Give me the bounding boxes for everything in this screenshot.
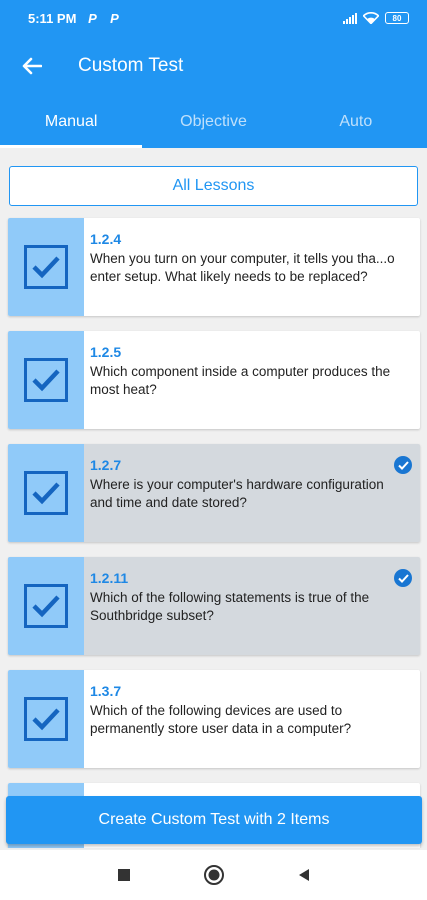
- question-card[interactable]: 1.3.7 Which of the following devices are…: [8, 670, 420, 768]
- tab-objective[interactable]: Objective: [142, 96, 284, 148]
- status-left: 5:11 PM P P: [28, 11, 120, 26]
- question-checkbox[interactable]: [8, 218, 84, 316]
- question-id: 1.3.7: [90, 683, 122, 699]
- question-body: 1.2.4 When you turn on your computer, it…: [84, 218, 420, 316]
- question-checkbox[interactable]: [8, 557, 84, 655]
- checkbox-icon: [24, 471, 68, 515]
- tab-manual[interactable]: Manual: [0, 96, 143, 148]
- question-card[interactable]: 1.2.4 When you turn on your computer, it…: [8, 218, 420, 316]
- check-circle-icon: [394, 456, 412, 474]
- question-text: Where is your computer's hardware config…: [90, 477, 384, 510]
- question-body: 1.2.11 Which of the following statements…: [84, 557, 420, 655]
- question-body: 1.3.7 Which of the following devices are…: [84, 670, 420, 768]
- question-text: Which component inside a computer produc…: [90, 364, 391, 397]
- square-icon: [117, 869, 130, 881]
- app-bar: Custom Test: [0, 36, 427, 96]
- question-list[interactable]: 1.2.4 When you turn on your computer, it…: [8, 218, 420, 848]
- triangle-back-icon: [298, 869, 309, 881]
- question-text: When you turn on your computer, it tells…: [90, 251, 395, 284]
- notification-p-icon: P: [110, 10, 119, 26]
- back-button[interactable]: [0, 36, 64, 96]
- signal-icon: [343, 12, 357, 24]
- system-nav-bar: [0, 850, 427, 900]
- recents-button[interactable]: [112, 863, 136, 887]
- home-button[interactable]: [202, 863, 226, 887]
- status-time: 5:11 PM: [28, 10, 77, 26]
- question-checkbox[interactable]: [8, 444, 84, 542]
- battery-level: 80: [392, 13, 402, 23]
- question-id: 1.2.7: [90, 457, 122, 473]
- tab-auto[interactable]: Auto: [285, 96, 427, 148]
- checkbox-icon: [24, 697, 68, 741]
- battery-icon: 80: [385, 12, 409, 24]
- circle-icon: [203, 865, 224, 885]
- status-right: 80: [343, 12, 409, 24]
- question-checkbox[interactable]: [8, 331, 84, 429]
- page-title: Custom Test: [78, 55, 184, 76]
- checkbox-icon: [24, 584, 68, 628]
- checkbox-icon: [24, 245, 68, 289]
- question-id: 1.2.5: [90, 344, 122, 360]
- arrow-left-icon: [22, 57, 42, 75]
- question-card[interactable]: 1.2.5 Which component inside a computer …: [8, 331, 420, 429]
- question-text: Which of the following devices are used …: [90, 703, 352, 736]
- create-custom-test-button[interactable]: Create Custom Test with 2 Items: [6, 796, 422, 844]
- question-id: 1.2.4: [90, 231, 122, 247]
- back-nav-button[interactable]: [292, 863, 316, 887]
- question-checkbox[interactable]: [8, 670, 84, 768]
- all-lessons-button[interactable]: All Lessons: [9, 166, 418, 206]
- question-body: 1.2.5 Which component inside a computer …: [84, 331, 420, 429]
- notification-p-icon: P: [88, 10, 97, 26]
- checkbox-icon: [24, 358, 68, 402]
- question-body: 1.2.7 Where is your computer's hardware …: [84, 444, 420, 542]
- wifi-icon: [363, 12, 379, 24]
- question-card-selected[interactable]: 1.2.7 Where is your computer's hardware …: [8, 444, 420, 542]
- content-area: All Lessons 1.2.4 When you turn on your …: [0, 148, 427, 848]
- question-text: Which of the following statements is tru…: [90, 590, 370, 623]
- question-card-selected[interactable]: 1.2.11 Which of the following statements…: [8, 557, 420, 655]
- status-bar: 5:11 PM P P 80: [0, 0, 427, 36]
- check-circle-icon: [394, 569, 412, 587]
- tab-bar: Manual Objective Auto: [0, 96, 427, 148]
- screen: 5:11 PM P P 80 Custom Test Manual Object…: [0, 0, 427, 900]
- question-id: 1.2.11: [90, 570, 129, 586]
